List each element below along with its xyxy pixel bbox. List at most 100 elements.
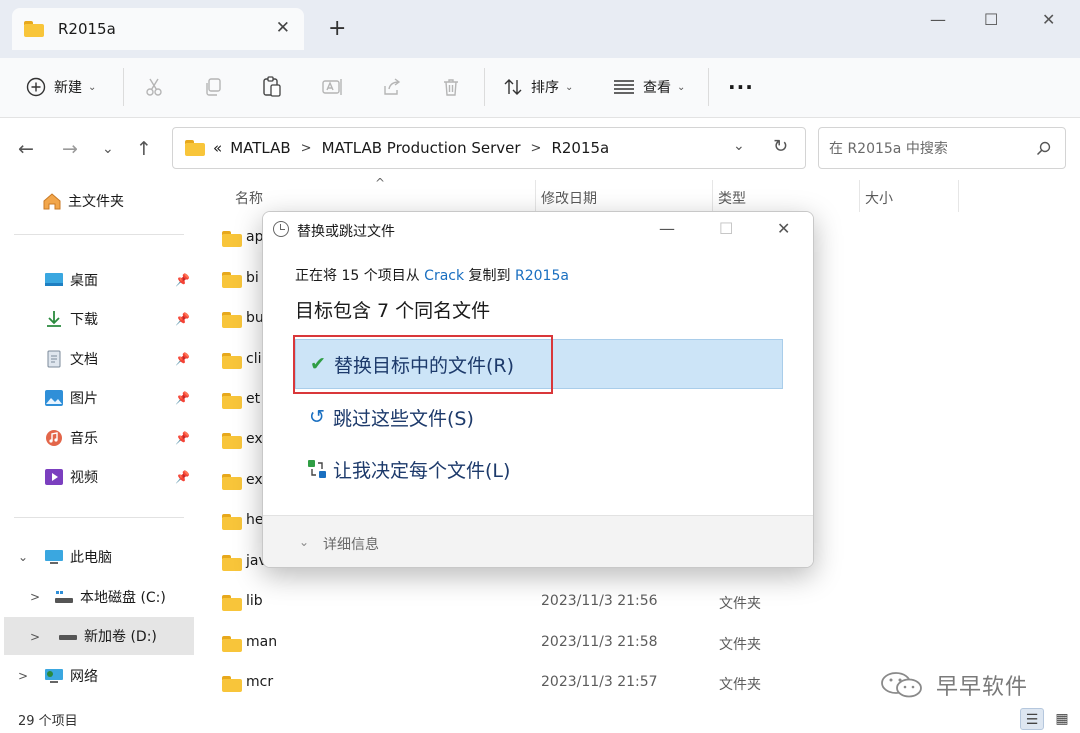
copy-text-prefix: 正在将 15 个项目从 <box>295 268 425 284</box>
breadcrumb-production-server[interactable]: MATLAB Production Server <box>322 139 521 157</box>
folder-icon <box>24 21 44 37</box>
tab-r2015a[interactable]: R2015a ✕ <box>12 8 304 50</box>
breadcrumb-r2015a[interactable]: R2015a <box>551 139 609 157</box>
column-header-name[interactable]: 名称 <box>235 188 263 208</box>
column-divider <box>535 180 536 212</box>
cut-button[interactable] <box>144 72 164 102</box>
share-button[interactable] <box>382 72 402 102</box>
sidebar-item-label: 视频 <box>70 470 98 486</box>
file-row[interactable]: man 2023/11/3 21:58 文件夹 <box>217 624 1077 664</box>
source-folder-link[interactable]: Crack <box>424 268 464 284</box>
drive-icon <box>55 591 73 603</box>
conflict-summary: 目标包含 7 个同名文件 <box>295 300 491 322</box>
search-box[interactable]: 在 R2015a 中搜索 <box>818 127 1066 169</box>
replace-or-skip-dialog: 替换或跳过文件 — ☐ ✕ 正在将 15 个项目从 Crack 复制到 R201… <box>262 211 814 568</box>
divider <box>14 234 184 235</box>
pin-icon[interactable]: 📌 <box>175 470 190 484</box>
file-name: et <box>246 391 261 407</box>
sidebar-item-videos[interactable]: 视频 📌 <box>0 458 194 496</box>
file-name: man <box>246 634 278 650</box>
breadcrumb-overflow[interactable]: « <box>213 139 222 157</box>
forward-arrow-icon[interactable]: → <box>62 138 78 160</box>
sidebar-item-desktop[interactable]: 桌面 📌 <box>0 261 194 299</box>
close-tab-icon[interactable]: ✕ <box>276 18 290 38</box>
chevron-down-icon: ⌄ <box>677 81 686 93</box>
more-options-button[interactable]: ··· <box>728 72 754 102</box>
more-details-toggle[interactable]: 详细信息 <box>323 534 379 554</box>
recent-locations-chevron-icon[interactable]: ⌄ <box>102 141 114 157</box>
close-window-button[interactable]: ✕ <box>1042 10 1055 29</box>
file-type: 文件夹 <box>719 596 761 612</box>
sort-ascending-icon: ^ <box>375 176 386 190</box>
new-button[interactable]: 新建 ⌄ <box>26 72 96 102</box>
chevron-down-icon[interactable]: ⌄ <box>299 535 309 549</box>
column-header-type[interactable]: 类型 <box>718 188 746 208</box>
chevron-down-icon: ⌄ <box>88 81 97 93</box>
address-bar[interactable]: « MATLAB > MATLAB Production Server > R2… <box>172 127 806 169</box>
plus-circle-icon <box>26 77 46 97</box>
folder-icon <box>222 393 242 409</box>
pin-icon[interactable]: 📌 <box>175 352 190 366</box>
destination-folder-link[interactable]: R2015a <box>515 268 569 284</box>
details-view-icon[interactable]: ☰ <box>1020 708 1044 730</box>
folder-icon <box>222 272 242 288</box>
pin-icon[interactable]: 📌 <box>175 312 190 326</box>
sidebar-item-downloads[interactable]: 下载 📌 <box>0 300 194 338</box>
tiles-view-icon[interactable]: ▦ <box>1050 708 1074 730</box>
folder-icon <box>222 555 242 571</box>
address-dropdown-icon[interactable]: ⌄ <box>733 138 745 154</box>
network-icon <box>45 669 63 683</box>
expand-chevron-icon[interactable]: > <box>30 630 40 644</box>
sort-button[interactable]: 排序 ⌄ <box>503 72 573 102</box>
list-view-icon <box>614 80 634 94</box>
folder-icon <box>222 514 242 530</box>
sort-label: 排序 <box>531 80 559 96</box>
folder-icon <box>222 595 242 611</box>
view-button[interactable]: 查看 ⌄ <box>613 72 685 102</box>
view-label: 查看 <box>643 80 671 96</box>
file-type: 文件夹 <box>719 677 761 693</box>
pin-icon[interactable]: 📌 <box>175 391 190 405</box>
sidebar-item-pictures[interactable]: 图片 📌 <box>0 379 194 417</box>
pin-icon[interactable]: 📌 <box>175 273 190 287</box>
chevron-right-icon: > <box>300 140 312 156</box>
sidebar-item-label: 本地磁盘 (C:) <box>80 590 166 606</box>
sidebar-item-label: 此电脑 <box>70 550 112 566</box>
document-icon <box>47 350 61 368</box>
maximize-button[interactable]: ☐ <box>984 10 998 29</box>
folder-icon <box>222 353 242 369</box>
breadcrumb-matlab[interactable]: MATLAB <box>230 139 290 157</box>
dialog-footer: ⌄ 详细信息 <box>263 515 813 567</box>
file-name: ex <box>246 431 263 447</box>
file-name: mcr <box>246 674 274 690</box>
sidebar-item-this-pc[interactable]: 此电脑 <box>0 538 194 576</box>
back-arrow-icon[interactable]: ← <box>18 138 34 160</box>
column-divider <box>859 180 860 212</box>
sidebar-item-music[interactable]: 音乐 📌 <box>0 419 194 457</box>
folder-icon <box>222 676 242 692</box>
trash-icon <box>444 79 458 96</box>
minimize-button[interactable]: — <box>930 10 946 29</box>
file-name: bi <box>246 270 259 286</box>
sidebar-item-documents[interactable]: 文档 📌 <box>0 340 194 378</box>
skip-files-option[interactable]: ↺ 跳过这些文件(S) <box>295 392 783 442</box>
decide-each-file-option[interactable]: 让我决定每个文件(L) <box>295 444 783 494</box>
navigation-pane: 主文件夹 桌面 📌 下载 📌 文档 📌 图片 📌 音乐 📌 视频 📌 ⌄ 此电脑… <box>0 180 200 705</box>
new-tab-button[interactable]: + <box>328 18 346 40</box>
sidebar-item-network[interactable]: 网络 <box>0 657 194 695</box>
dialog-close-button[interactable]: ✕ <box>777 219 790 238</box>
rename-button[interactable] <box>322 72 344 102</box>
file-row[interactable]: lib 2023/11/3 21:56 文件夹 <box>217 583 1077 623</box>
sidebar-item-drive-c[interactable]: 本地磁盘 (C:) <box>0 578 194 616</box>
column-header-size[interactable]: 大小 <box>865 188 893 208</box>
refresh-icon[interactable]: ↻ <box>773 136 788 157</box>
up-arrow-icon[interactable]: ↑ <box>136 138 152 160</box>
column-header-date[interactable]: 修改日期 <box>541 188 597 208</box>
paste-button[interactable] <box>262 72 282 102</box>
delete-button[interactable] <box>441 72 461 102</box>
dialog-minimize-button[interactable]: — <box>659 219 675 238</box>
sidebar-item-label: 图片 <box>70 391 98 407</box>
pin-icon[interactable]: 📌 <box>175 431 190 445</box>
copy-button[interactable] <box>203 72 223 102</box>
file-name: cli <box>246 351 262 367</box>
